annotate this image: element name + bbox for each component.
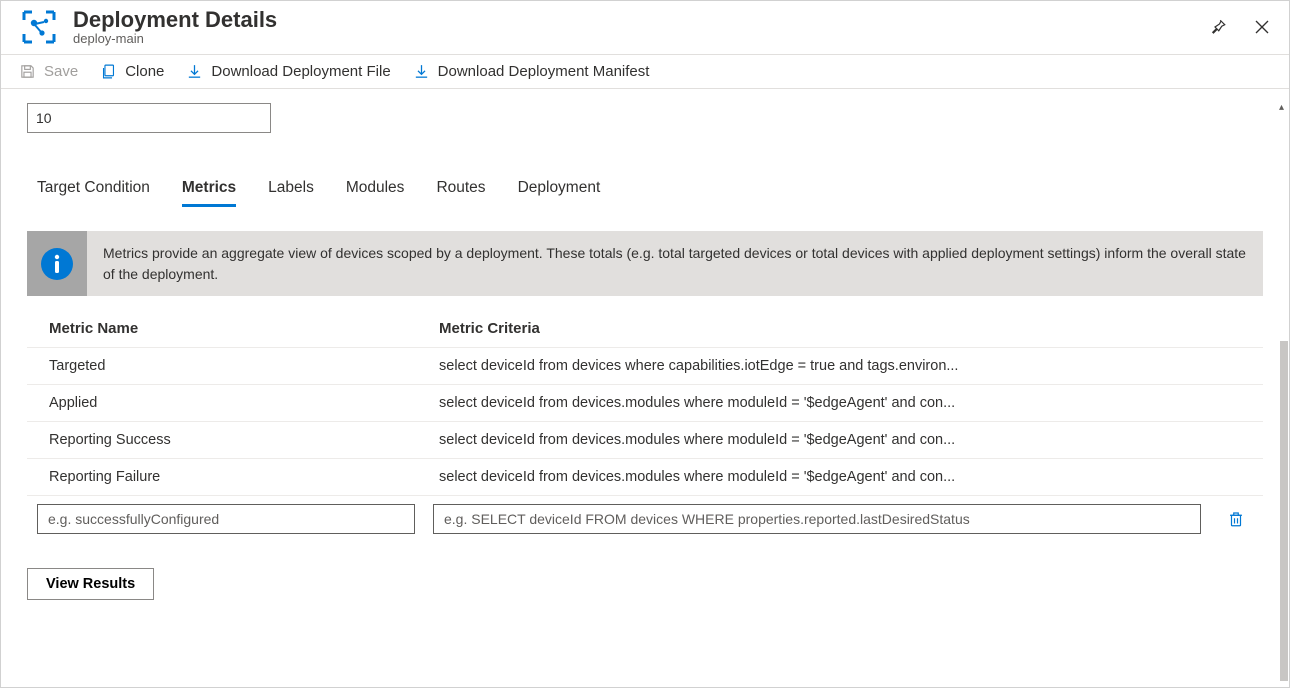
- scroll-up-arrow[interactable]: ▴: [1279, 102, 1287, 112]
- info-banner: Metrics provide an aggregate view of dev…: [27, 231, 1263, 296]
- metric-name: Reporting Failure: [49, 469, 439, 485]
- info-icon: [39, 246, 75, 282]
- tab-deployment[interactable]: Deployment: [518, 173, 601, 207]
- table-row[interactable]: Reporting Success select deviceId from d…: [27, 422, 1263, 459]
- scrollbar-thumb[interactable]: [1280, 341, 1288, 681]
- table-header-row: Metric Name Metric Criteria: [27, 310, 1263, 348]
- save-button: Save: [19, 63, 78, 80]
- page-header: Deployment Details deploy-main: [1, 1, 1289, 55]
- download-icon: [186, 63, 203, 80]
- new-metric-row: [27, 496, 1263, 542]
- tab-labels[interactable]: Labels: [268, 173, 314, 207]
- tab-target-condition[interactable]: Target Condition: [37, 173, 150, 207]
- metric-criteria: select deviceId from devices.modules whe…: [439, 432, 1241, 448]
- tabs: Target Condition Metrics Labels Modules …: [1, 159, 1289, 207]
- command-bar: Save Clone Download Deployment File Down…: [1, 55, 1289, 89]
- page-subtitle: deploy-main: [73, 31, 1205, 46]
- view-results-button[interactable]: View Results: [27, 568, 154, 600]
- download-file-button[interactable]: Download Deployment File: [186, 63, 390, 80]
- metric-criteria-input[interactable]: [433, 504, 1201, 534]
- download-file-label: Download Deployment File: [211, 63, 390, 80]
- metric-name: Reporting Success: [49, 432, 439, 448]
- content-area: Target Condition Metrics Labels Modules …: [1, 89, 1289, 687]
- download-icon: [413, 63, 430, 80]
- page-title: Deployment Details: [73, 7, 1205, 33]
- col-header-name: Metric Name: [49, 320, 439, 337]
- pin-button[interactable]: [1205, 14, 1231, 40]
- info-icon-wrap: [27, 231, 87, 296]
- download-manifest-button[interactable]: Download Deployment Manifest: [413, 63, 650, 80]
- metrics-table: Metric Name Metric Criteria Targeted sel…: [27, 310, 1263, 542]
- col-header-criteria: Metric Criteria: [439, 320, 1241, 337]
- metric-name: Applied: [49, 395, 439, 411]
- priority-input[interactable]: [27, 103, 271, 133]
- tab-routes[interactable]: Routes: [436, 173, 485, 207]
- tab-modules[interactable]: Modules: [346, 173, 405, 207]
- clone-icon: [100, 63, 117, 80]
- metric-name-input[interactable]: [37, 504, 415, 534]
- save-label: Save: [44, 63, 78, 80]
- clone-label: Clone: [125, 63, 164, 80]
- metric-criteria: select deviceId from devices.modules whe…: [439, 395, 1241, 411]
- close-button[interactable]: [1249, 14, 1275, 40]
- metric-criteria: select deviceId from devices.modules whe…: [439, 469, 1241, 485]
- delete-metric-button[interactable]: [1219, 506, 1253, 532]
- info-message: Metrics provide an aggregate view of dev…: [87, 231, 1263, 296]
- pin-icon: [1209, 18, 1227, 36]
- table-row[interactable]: Applied select deviceId from devices.mod…: [27, 385, 1263, 422]
- trash-icon: [1227, 510, 1245, 528]
- deployment-icon: [21, 9, 57, 45]
- save-icon: [19, 63, 36, 80]
- tab-metrics[interactable]: Metrics: [182, 173, 236, 207]
- table-row[interactable]: Targeted select deviceId from devices wh…: [27, 348, 1263, 385]
- clone-button[interactable]: Clone: [100, 63, 164, 80]
- metric-name: Targeted: [49, 358, 439, 374]
- metric-criteria: select deviceId from devices where capab…: [439, 358, 1241, 374]
- download-manifest-label: Download Deployment Manifest: [438, 63, 650, 80]
- table-row[interactable]: Reporting Failure select deviceId from d…: [27, 459, 1263, 496]
- close-icon: [1253, 18, 1271, 36]
